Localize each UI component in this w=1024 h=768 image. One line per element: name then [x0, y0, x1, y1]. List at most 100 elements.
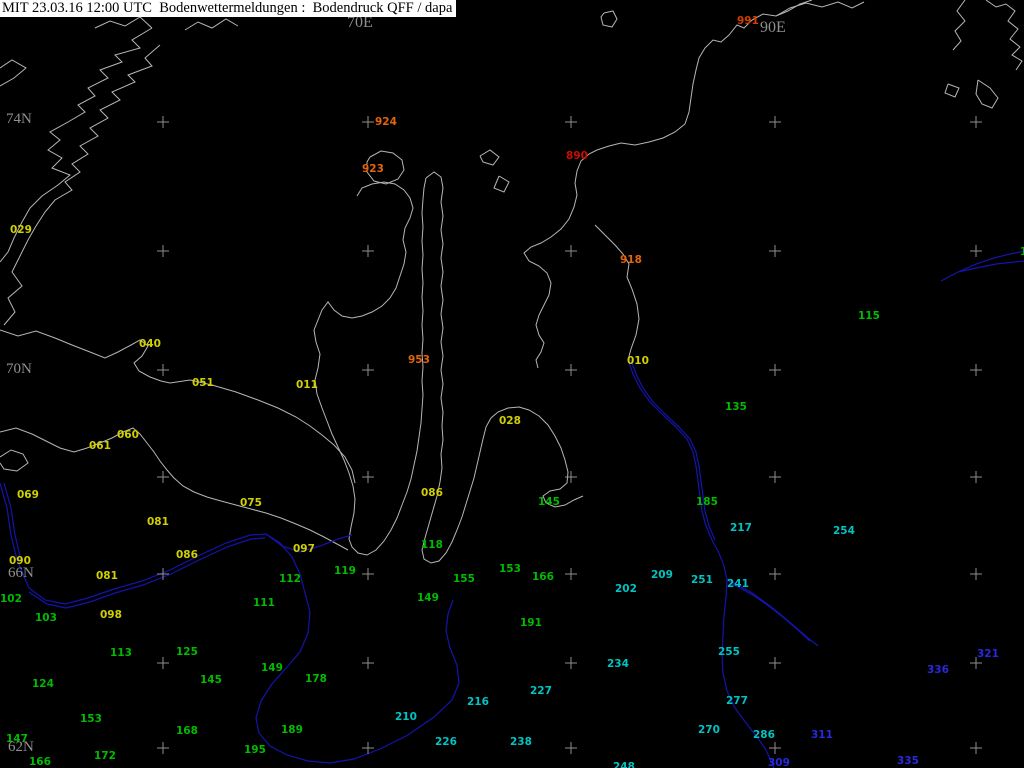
- river-path: [957, 260, 1024, 273]
- station-value: 103: [35, 612, 57, 624]
- station-value: 075: [240, 497, 262, 509]
- station-value: 923: [362, 163, 384, 175]
- coastline-path: [0, 449, 29, 472]
- coastline-path: [0, 427, 349, 551]
- coastline-path: [523, 0, 813, 369]
- station-value: 286: [753, 729, 775, 741]
- station-value: 311: [811, 729, 833, 741]
- river-path: [729, 582, 811, 642]
- station-value: 111: [253, 597, 275, 609]
- river-path: [627, 359, 775, 768]
- station-value: 918: [620, 254, 642, 266]
- station-value: 335: [897, 755, 919, 767]
- station-value: 153: [80, 713, 102, 725]
- station-value: 102: [0, 593, 22, 605]
- coastline-path: [600, 10, 618, 28]
- station-value: 209: [651, 569, 673, 581]
- coastline-path: [493, 175, 510, 193]
- station-value: 254: [833, 525, 855, 537]
- coastline-path: [775, 1, 865, 17]
- coastline-path: [594, 224, 640, 361]
- geo-label-70n: 70N: [6, 361, 32, 377]
- station-value: 195: [244, 744, 266, 756]
- station-value: 061: [89, 440, 111, 452]
- coastline-path: [0, 329, 356, 484]
- station-value: 255: [718, 646, 740, 658]
- station-value: 098: [100, 609, 122, 621]
- station-value: 166: [29, 756, 51, 768]
- station-value: 238: [510, 736, 532, 748]
- station-value: 029: [10, 224, 32, 236]
- coastline-path: [0, 59, 27, 87]
- station-value: 112: [279, 573, 301, 585]
- station-value: 166: [532, 571, 554, 583]
- coastline-path: [184, 18, 239, 31]
- station-value: 168: [176, 725, 198, 737]
- coastline-path: [3, 44, 161, 326]
- station-value: 202: [615, 583, 637, 595]
- geo-label-90e: 90E: [760, 19, 786, 36]
- station-value: 153: [499, 563, 521, 575]
- station-value: 191: [520, 617, 542, 629]
- station-value: 251: [691, 574, 713, 586]
- station-value: 336: [927, 664, 949, 676]
- grid-crosses: [157, 116, 982, 754]
- coastline-path: [313, 177, 427, 556]
- station-value: 309: [768, 757, 790, 768]
- station-value: 270: [698, 724, 720, 736]
- station-value: 991: [737, 15, 759, 27]
- station-value: 227: [530, 685, 552, 697]
- geo-label-70e: 70E: [347, 14, 373, 31]
- title-text: MIT 23.03.16 12:00 UTC Bodenwettermeldun…: [2, 0, 453, 16]
- coastline-path: [975, 79, 999, 109]
- station-value: 124: [32, 678, 54, 690]
- station-value: 145: [200, 674, 222, 686]
- station-value: 118: [421, 539, 443, 551]
- station-value: 060: [117, 429, 139, 441]
- station-value: 113: [110, 647, 132, 659]
- coastline-path: [94, 16, 153, 29]
- geo-label-74n: 74N: [6, 111, 32, 127]
- station-value: 081: [96, 570, 118, 582]
- station-value: 040: [139, 338, 161, 350]
- station-value: 890: [566, 150, 588, 162]
- station-value: 051: [192, 377, 214, 389]
- coastline-path: [479, 149, 500, 166]
- station-value: 028: [499, 415, 521, 427]
- river-path: [28, 537, 266, 609]
- geo-label-62n: 62N: [8, 739, 34, 755]
- station-value: 277: [726, 695, 748, 707]
- coastline-path: [985, 0, 1023, 71]
- station-value: 321: [977, 648, 999, 660]
- station-value: 248: [613, 761, 635, 768]
- weather-map-screen: 991 890 924 923 918 953 029 040 051 011 060 061 069 0…: [0, 0, 1024, 768]
- station-value: 1: [1020, 246, 1024, 258]
- station-value: 086: [176, 549, 198, 561]
- station-value: 178: [305, 673, 327, 685]
- station-value: 011: [296, 379, 318, 391]
- station-value: 149: [417, 592, 439, 604]
- station-value: 097: [293, 543, 315, 555]
- station-value: 135: [725, 401, 747, 413]
- station-value: 241: [727, 578, 749, 590]
- station-value: 216: [467, 696, 489, 708]
- station-value: 924: [375, 116, 397, 128]
- station-value: 155: [453, 573, 475, 585]
- station-value: 115: [858, 310, 880, 322]
- river-path: [940, 250, 1024, 282]
- station-value: 953: [408, 354, 430, 366]
- river-path: [0, 482, 460, 764]
- station-value: 172: [94, 750, 116, 762]
- station-value: 226: [435, 736, 457, 748]
- geo-label-66n: 66N: [8, 565, 34, 581]
- station-value: 210: [395, 711, 417, 723]
- station-value: 189: [281, 724, 303, 736]
- station-value: 069: [17, 489, 39, 501]
- station-value: 010: [627, 355, 649, 367]
- station-value: 125: [176, 646, 198, 658]
- station-value: 081: [147, 516, 169, 528]
- station-value: 217: [730, 522, 752, 534]
- coastline-path: [944, 83, 960, 98]
- station-value: 145: [538, 496, 560, 508]
- station-value: 119: [334, 565, 356, 577]
